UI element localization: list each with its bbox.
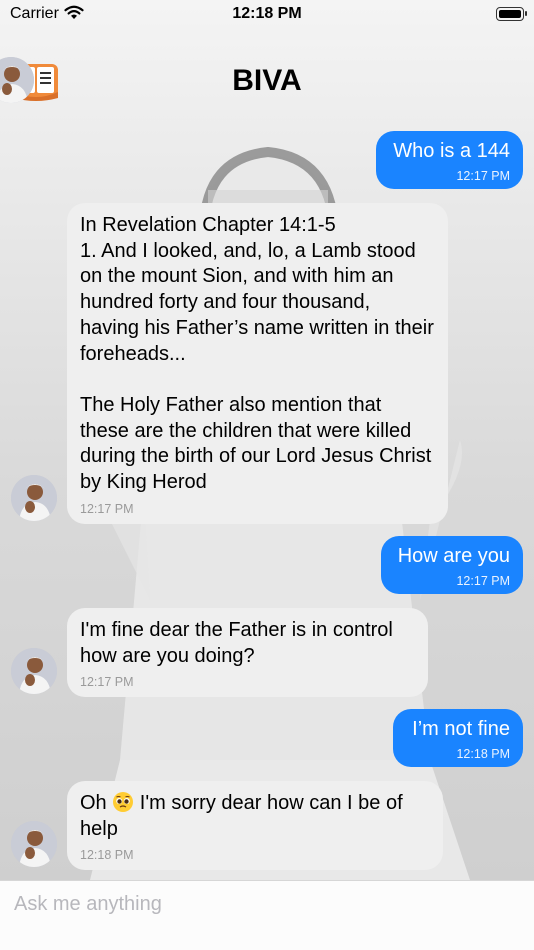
message-time: 12:17 PM <box>456 168 510 183</box>
battery-icon <box>496 7 527 21</box>
incoming-message-bubble: Oh I'm sorry dear how can I be of help 1… <box>67 781 443 871</box>
outgoing-message-bubble: How are you 12:17 PM <box>381 536 523 594</box>
message-text: I’m not fine <box>412 718 510 740</box>
message-time: 12:18 PM <box>80 848 134 863</box>
pleading-face-icon <box>112 791 134 813</box>
message-time: 12:18 PM <box>456 746 510 761</box>
message-time: 12:17 PM <box>456 573 510 588</box>
battery-fill <box>499 10 521 18</box>
incoming-message-bubble: I'm fine dear the Father is in control h… <box>67 608 428 698</box>
incoming-message-bubble: In Revelation Chapter 14:1-5 1. And I lo… <box>67 203 448 524</box>
bot-avatar <box>11 475 57 521</box>
status-bar: Carrier 12:18 PM <box>0 0 534 30</box>
page-title: BIVA <box>232 64 302 97</box>
message-text: In Revelation Chapter 14:1-5 1. And I lo… <box>80 214 434 494</box>
message-text: How are you <box>397 545 510 567</box>
navigation-bar: BIVA <box>0 52 534 110</box>
message-text: Oh I'm sorry dear how can I be of help <box>80 791 429 842</box>
message-time: 12:17 PM <box>80 501 134 516</box>
message-input[interactable] <box>0 881 534 927</box>
message-time: 12:17 PM <box>80 675 134 690</box>
bot-avatar <box>11 821 57 867</box>
message-text: I'm fine dear the Father is in control h… <box>80 619 399 667</box>
outgoing-message-bubble: I’m not fine 12:18 PM <box>393 709 523 767</box>
message-text: Who is a 144 <box>393 140 510 162</box>
bot-avatar <box>11 648 57 694</box>
outgoing-message-bubble: Who is a 144 12:17 PM <box>376 131 523 189</box>
message-input-bar <box>0 880 534 950</box>
message-text-part: Oh <box>80 792 113 814</box>
chat-screen: Carrier 12:18 PM BIVA Who is a 144 12:17… <box>0 0 534 880</box>
status-time: 12:18 PM <box>232 5 302 22</box>
